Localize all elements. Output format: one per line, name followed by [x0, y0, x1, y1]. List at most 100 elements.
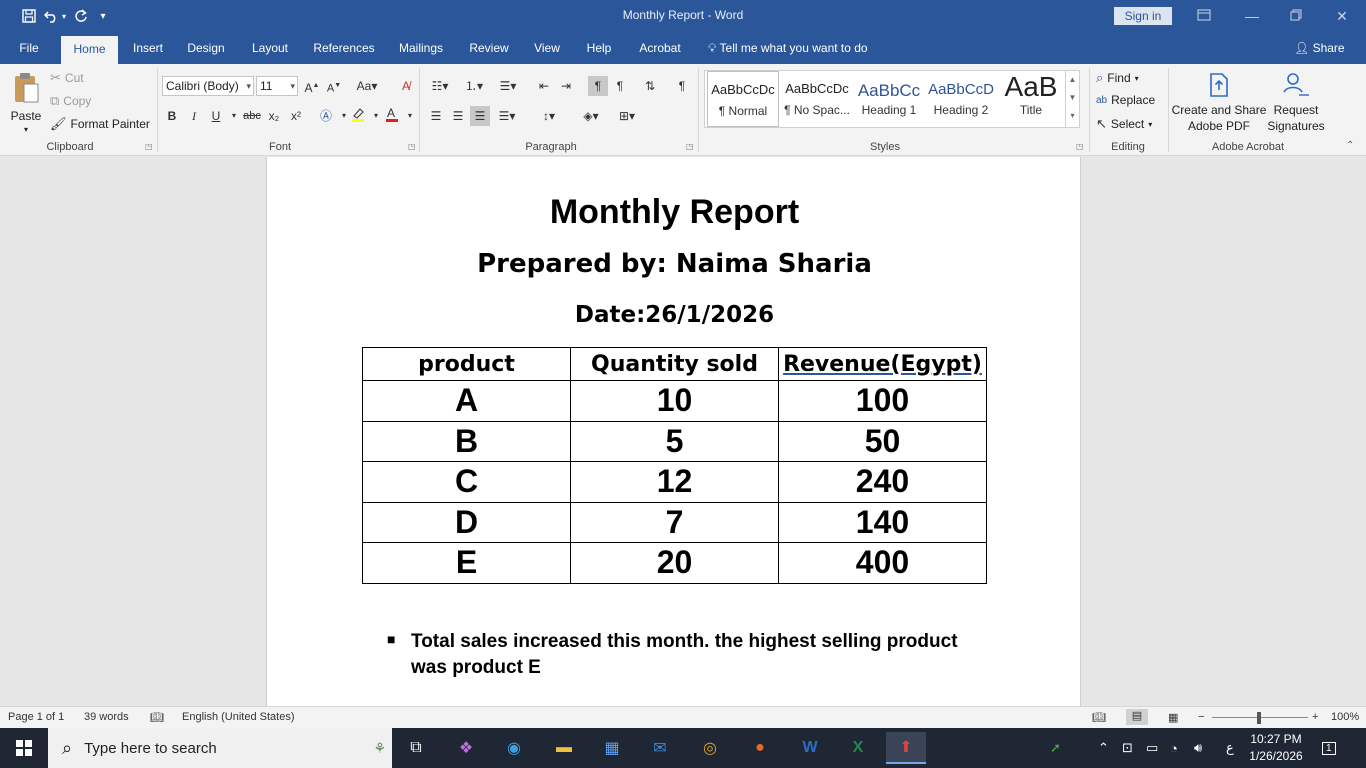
tab-insert[interactable]: Insert [126, 32, 170, 64]
change-case-icon[interactable]: Aa▾ [352, 76, 382, 96]
style-no-spacing[interactable]: AaBbCcDc ¶ No Spac... [781, 71, 853, 127]
status-arrow-icon[interactable]: ➚ [1050, 728, 1061, 768]
tab-review[interactable]: Review [464, 32, 514, 64]
share-button[interactable]: 👤︎ Share [1294, 32, 1345, 64]
shrink-font-icon[interactable]: A▼ [324, 76, 344, 96]
minimize-icon[interactable]: — [1232, 4, 1272, 28]
find-button[interactable]: ⌕ Find ▾ [1096, 70, 1139, 86]
excel-app-icon[interactable]: X [838, 732, 878, 764]
collapse-ribbon-icon[interactable]: ⌃ [1346, 140, 1354, 151]
page-count[interactable]: Page 1 of 1 [8, 711, 64, 723]
style-heading-1[interactable]: AaBbCc Heading 1 [853, 71, 925, 127]
word-count[interactable]: 39 words [84, 711, 129, 723]
increase-indent-icon[interactable]: ⇥ [556, 76, 576, 96]
strikethrough-button[interactable]: abc [240, 106, 264, 126]
close-icon[interactable]: ✕ [1322, 4, 1362, 28]
tab-design[interactable]: Design [182, 32, 230, 64]
borders-icon[interactable]: ⊞▾ [612, 106, 642, 126]
format-painter-button[interactable]: 🖌︎ Format Painter [50, 116, 150, 132]
style-heading-2[interactable]: AaBbCcD Heading 2 [925, 71, 997, 127]
ribbon-display-options-icon[interactable] [1184, 4, 1224, 28]
replace-button[interactable]: ab Replace [1096, 93, 1155, 107]
font-launcher-icon[interactable]: ◳ [408, 142, 416, 151]
pdf-app-icon[interactable]: ⬆ [886, 732, 926, 764]
outlook-icon[interactable]: ✉ [640, 732, 680, 764]
network-icon[interactable]: ⊡ [1122, 728, 1133, 768]
clock[interactable]: 10:27 PM 1/26/2026 [1244, 731, 1308, 765]
paragraph-launcher-icon[interactable]: ◳ [686, 142, 694, 151]
zoom-slider-thumb[interactable] [1257, 712, 1261, 724]
chevron-down-icon[interactable]: ▾ [400, 106, 420, 126]
font-name-combo[interactable]: Calibri (Body) ▾ [162, 76, 254, 96]
multilevel-list-icon[interactable]: ☰▾ [494, 76, 522, 96]
read-mode-icon[interactable]: 📖︎ [1092, 711, 1106, 724]
clear-formatting-icon[interactable]: A̸ [396, 76, 416, 96]
bullets-icon[interactable]: ☷▾ [426, 76, 454, 96]
paste-button[interactable]: Paste ▾ [8, 72, 44, 134]
tab-help[interactable]: Help [580, 32, 618, 64]
cut-button[interactable]: ✂ Cut [50, 70, 84, 86]
superscript-button[interactable]: x² [286, 106, 306, 126]
word-app-icon[interactable]: W [790, 732, 830, 764]
taskbar-search[interactable]: ⌕ Type here to search ⚘ [48, 728, 392, 768]
shading-icon[interactable]: ◈▾ [576, 106, 606, 126]
volume-icon[interactable]: 🔊︎ [1194, 728, 1202, 768]
select-button[interactable]: ↖ Select ▾ [1096, 116, 1152, 132]
document-page[interactable]: Monthly Report Prepared by: Naima Sharia… [266, 157, 1081, 706]
zoom-out-icon[interactable]: − [1198, 711, 1204, 723]
align-center-icon[interactable]: ☰ [448, 106, 468, 126]
font-color-icon[interactable]: A [382, 106, 402, 126]
print-layout-icon[interactable]: ▤ [1126, 709, 1148, 725]
tab-view[interactable]: View [527, 32, 567, 64]
chrome-icon[interactable]: ◎ [690, 732, 730, 764]
language[interactable]: English (United States) [182, 711, 295, 723]
styles-launcher-icon[interactable]: ◳ [1076, 142, 1084, 151]
line-spacing-icon[interactable]: ↕▾ [534, 106, 564, 126]
justify-icon[interactable]: ☰▾ [492, 106, 522, 126]
zoom-level[interactable]: 100% [1331, 711, 1359, 723]
align-right-icon[interactable]: ☰ [470, 106, 490, 126]
input-language[interactable]: ع [1226, 728, 1234, 768]
tab-mailings[interactable]: Mailings [392, 32, 450, 64]
font-size-combo[interactable]: 11 ▾ [256, 76, 298, 96]
start-button[interactable] [0, 728, 48, 768]
tab-references[interactable]: References [308, 32, 380, 64]
show-formatting-marks-icon[interactable]: ¶ [672, 76, 692, 96]
ltr-direction-icon[interactable]: ¶ [588, 76, 608, 96]
file-explorer-icon[interactable]: ▬ [544, 732, 584, 764]
store-icon[interactable]: ▦ [592, 732, 632, 764]
task-view-icon[interactable]: ⧉ [396, 732, 436, 764]
styles-scroll[interactable]: ▲ ▼ ▾ [1065, 71, 1079, 127]
italic-button[interactable]: I [184, 106, 204, 126]
chevron-up-icon[interactable]: ⌃ [1098, 728, 1109, 768]
clipboard-launcher-icon[interactable]: ◳ [145, 142, 153, 151]
request-signatures-button[interactable]: Request Signatures [1264, 72, 1328, 134]
numbering-icon[interactable]: ⒈▾ [460, 76, 488, 96]
restore-icon[interactable] [1276, 4, 1316, 28]
style-normal[interactable]: AaBbCcDc ¶ Normal [707, 71, 779, 127]
notifications-icon[interactable]: 1 [1322, 728, 1336, 768]
grow-font-icon[interactable]: A▲ [302, 76, 322, 96]
edge-icon[interactable]: ◉ [494, 732, 534, 764]
style-title[interactable]: AaB Title [995, 71, 1067, 127]
text-effects-icon[interactable]: Ⓐ [316, 106, 336, 126]
decrease-indent-icon[interactable]: ⇤ [534, 76, 554, 96]
battery-icon[interactable]: ▭ [1146, 728, 1158, 768]
highlighter-icon[interactable] [348, 106, 368, 126]
sign-in-button[interactable]: Sign in [1114, 7, 1172, 25]
sales-table[interactable]: product Quantity sold Revenue(Egypt) A 1… [362, 347, 987, 584]
tab-acrobat[interactable]: Acrobat [631, 32, 689, 64]
zoom-in-icon[interactable]: + [1312, 711, 1318, 723]
align-left-icon[interactable]: ☰ [426, 106, 446, 126]
web-layout-icon[interactable]: ▦ [1168, 711, 1178, 724]
tell-me-search[interactable]: 💡︎ Tell me what you want to do [708, 32, 868, 64]
proofing-icon[interactable]: 📖︎ [150, 711, 164, 724]
sort-icon[interactable]: ⇅ [640, 76, 660, 96]
subscript-button[interactable]: x₂ [264, 106, 284, 126]
tab-home[interactable]: Home [61, 36, 118, 64]
copy-button[interactable]: ⧉ Copy [50, 93, 91, 109]
copilot-icon[interactable]: ❖ [446, 732, 486, 764]
tab-layout[interactable]: Layout [245, 32, 295, 64]
tab-file[interactable]: File [10, 32, 48, 64]
firefox-icon[interactable]: ● [740, 732, 780, 764]
